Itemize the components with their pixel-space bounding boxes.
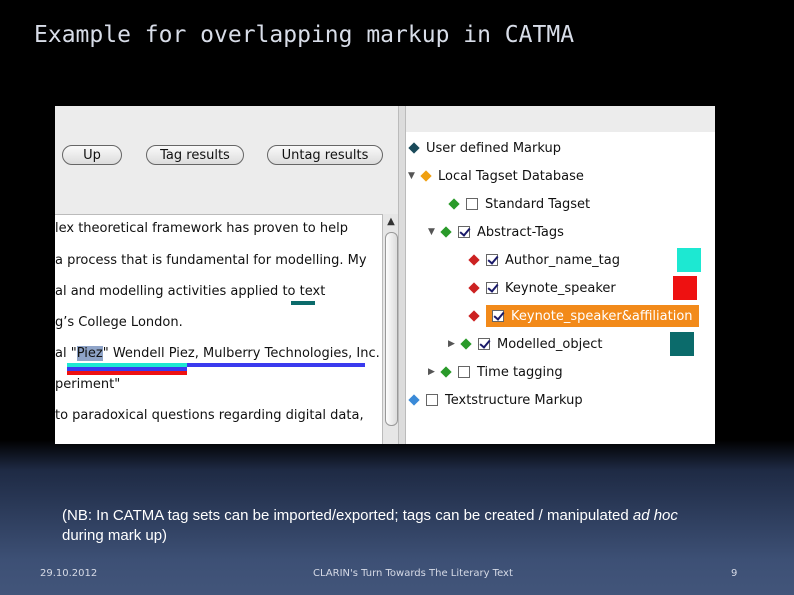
footnote: (NB: In CATMA tag sets can be imported/e… bbox=[62, 506, 682, 546]
tree-label: Keynote_speaker&affiliation bbox=[511, 308, 693, 324]
text-line: al and modelling activities applied to t… bbox=[55, 284, 325, 299]
footer-title: CLARIN's Turn Towards The Literary Text bbox=[313, 568, 513, 579]
tree-node-standard[interactable]: Standard Tagset bbox=[448, 193, 590, 215]
tree-node-author[interactable]: Author_name_tag bbox=[468, 249, 620, 271]
catma-screenshot: Up Tag results Untag results lex theoret… bbox=[55, 106, 715, 444]
text-line: lex theoretical framework has proven to … bbox=[55, 221, 348, 236]
expand-right-icon[interactable]: ▶ bbox=[428, 367, 440, 377]
tree-label: Standard Tagset bbox=[485, 196, 591, 212]
checkbox-checked[interactable] bbox=[458, 226, 470, 238]
scroll-up-arrow-icon[interactable]: ▲ bbox=[385, 216, 397, 230]
text-line-part: " Wendell Piez, Mulberry Technologies, I… bbox=[102, 346, 380, 361]
tree-node-keynote-affiliation[interactable]: Keynote_speaker&affiliation bbox=[468, 305, 699, 327]
untag-results-button[interactable]: Untag results bbox=[267, 145, 383, 165]
note-italic: ad hoc bbox=[632, 507, 678, 524]
footer-date: 29.10.2012 bbox=[40, 568, 98, 579]
page-number: 9 bbox=[731, 568, 738, 579]
note-text: (NB: In CATMA tag sets can be imported/e… bbox=[62, 507, 633, 524]
diamond-icon bbox=[440, 366, 452, 378]
diamond-icon bbox=[420, 170, 432, 182]
checkbox-checked[interactable] bbox=[492, 310, 504, 322]
expand-down-icon[interactable]: ▼ bbox=[428, 227, 440, 237]
document-text-area[interactable]: lex theoretical framework has proven to … bbox=[55, 214, 382, 444]
slide-title: Example for overlapping markup in CATMA bbox=[34, 22, 575, 48]
tree-node-time[interactable]: ▶ Time tagging bbox=[428, 361, 563, 383]
note-text: during mark up) bbox=[62, 527, 168, 544]
up-button[interactable]: Up bbox=[62, 145, 122, 165]
text-line: periment" bbox=[55, 377, 121, 392]
checkbox-checked[interactable] bbox=[486, 254, 498, 266]
selected-row[interactable]: Keynote_speaker&affiliation bbox=[486, 305, 699, 327]
text-line: g’s College London. bbox=[55, 315, 183, 330]
tree-node-textstructure[interactable]: Textstructure Markup bbox=[408, 389, 583, 411]
marked-word-piez[interactable]: Piez bbox=[76, 346, 103, 361]
tree-label: Keynote_speaker bbox=[505, 280, 616, 296]
checkbox[interactable] bbox=[458, 366, 470, 378]
text-line: to paradoxical questions regarding digit… bbox=[55, 408, 364, 423]
tree-node-user-defined[interactable]: User defined Markup bbox=[408, 137, 561, 159]
markup-bar-keynote-affiliation bbox=[187, 363, 365, 367]
checkbox[interactable] bbox=[426, 394, 438, 406]
expand-right-icon[interactable]: ▶ bbox=[448, 339, 460, 349]
color-swatch-keynote bbox=[673, 276, 697, 300]
diamond-icon bbox=[460, 338, 472, 350]
tree-label: Author_name_tag bbox=[505, 252, 620, 268]
marked-word-text[interactable]: text bbox=[300, 284, 326, 299]
tree-label: Textstructure Markup bbox=[445, 392, 583, 408]
text-line-part: al " bbox=[55, 346, 77, 361]
diamond-icon bbox=[408, 394, 420, 406]
diamond-icon bbox=[468, 254, 480, 266]
diamond-icon bbox=[468, 282, 480, 294]
tree-label: Time tagging bbox=[477, 364, 563, 380]
pane-splitter[interactable] bbox=[398, 106, 406, 444]
tree-label: User defined Markup bbox=[426, 140, 561, 156]
tree-label: Local Tagset Database bbox=[438, 168, 584, 184]
tree-node-modelled[interactable]: ▶ Modelled_object bbox=[448, 333, 602, 355]
markup-bar-keynote bbox=[67, 371, 187, 375]
text-line: al "Piez" Wendell Piez, Mulberry Technol… bbox=[55, 346, 380, 361]
tree-label: Abstract-Tags bbox=[477, 224, 564, 240]
scroll-thumb[interactable] bbox=[385, 232, 398, 426]
tree-node-keynote[interactable]: Keynote_speaker bbox=[468, 277, 616, 299]
color-swatch-modelled bbox=[670, 332, 694, 356]
checkbox-checked[interactable] bbox=[478, 338, 490, 350]
diamond-icon bbox=[408, 142, 420, 154]
expand-down-icon[interactable]: ▼ bbox=[408, 171, 420, 181]
color-swatch-author bbox=[677, 248, 701, 272]
markup-tree: User defined Markup ▼ Local Tagset Datab… bbox=[406, 132, 715, 444]
text-line: a process that is fundamental for modell… bbox=[55, 253, 367, 268]
checkbox[interactable] bbox=[466, 198, 478, 210]
diamond-icon bbox=[468, 310, 480, 322]
text-line-part: al and modelling activities applied to bbox=[55, 284, 300, 299]
vertical-scrollbar[interactable]: ▲ bbox=[382, 214, 399, 444]
checkbox-checked[interactable] bbox=[486, 282, 498, 294]
tag-results-button[interactable]: Tag results bbox=[146, 145, 244, 165]
diamond-icon bbox=[440, 226, 452, 238]
markup-bar-modelled bbox=[291, 301, 315, 305]
tree-label: Modelled_object bbox=[497, 336, 603, 352]
annotation-pane: Up Tag results Untag results lex theoret… bbox=[55, 106, 399, 444]
diamond-icon bbox=[448, 198, 460, 210]
tree-node-abstract[interactable]: ▼ Abstract-Tags bbox=[428, 221, 564, 243]
tree-node-local-db[interactable]: ▼ Local Tagset Database bbox=[408, 165, 584, 187]
